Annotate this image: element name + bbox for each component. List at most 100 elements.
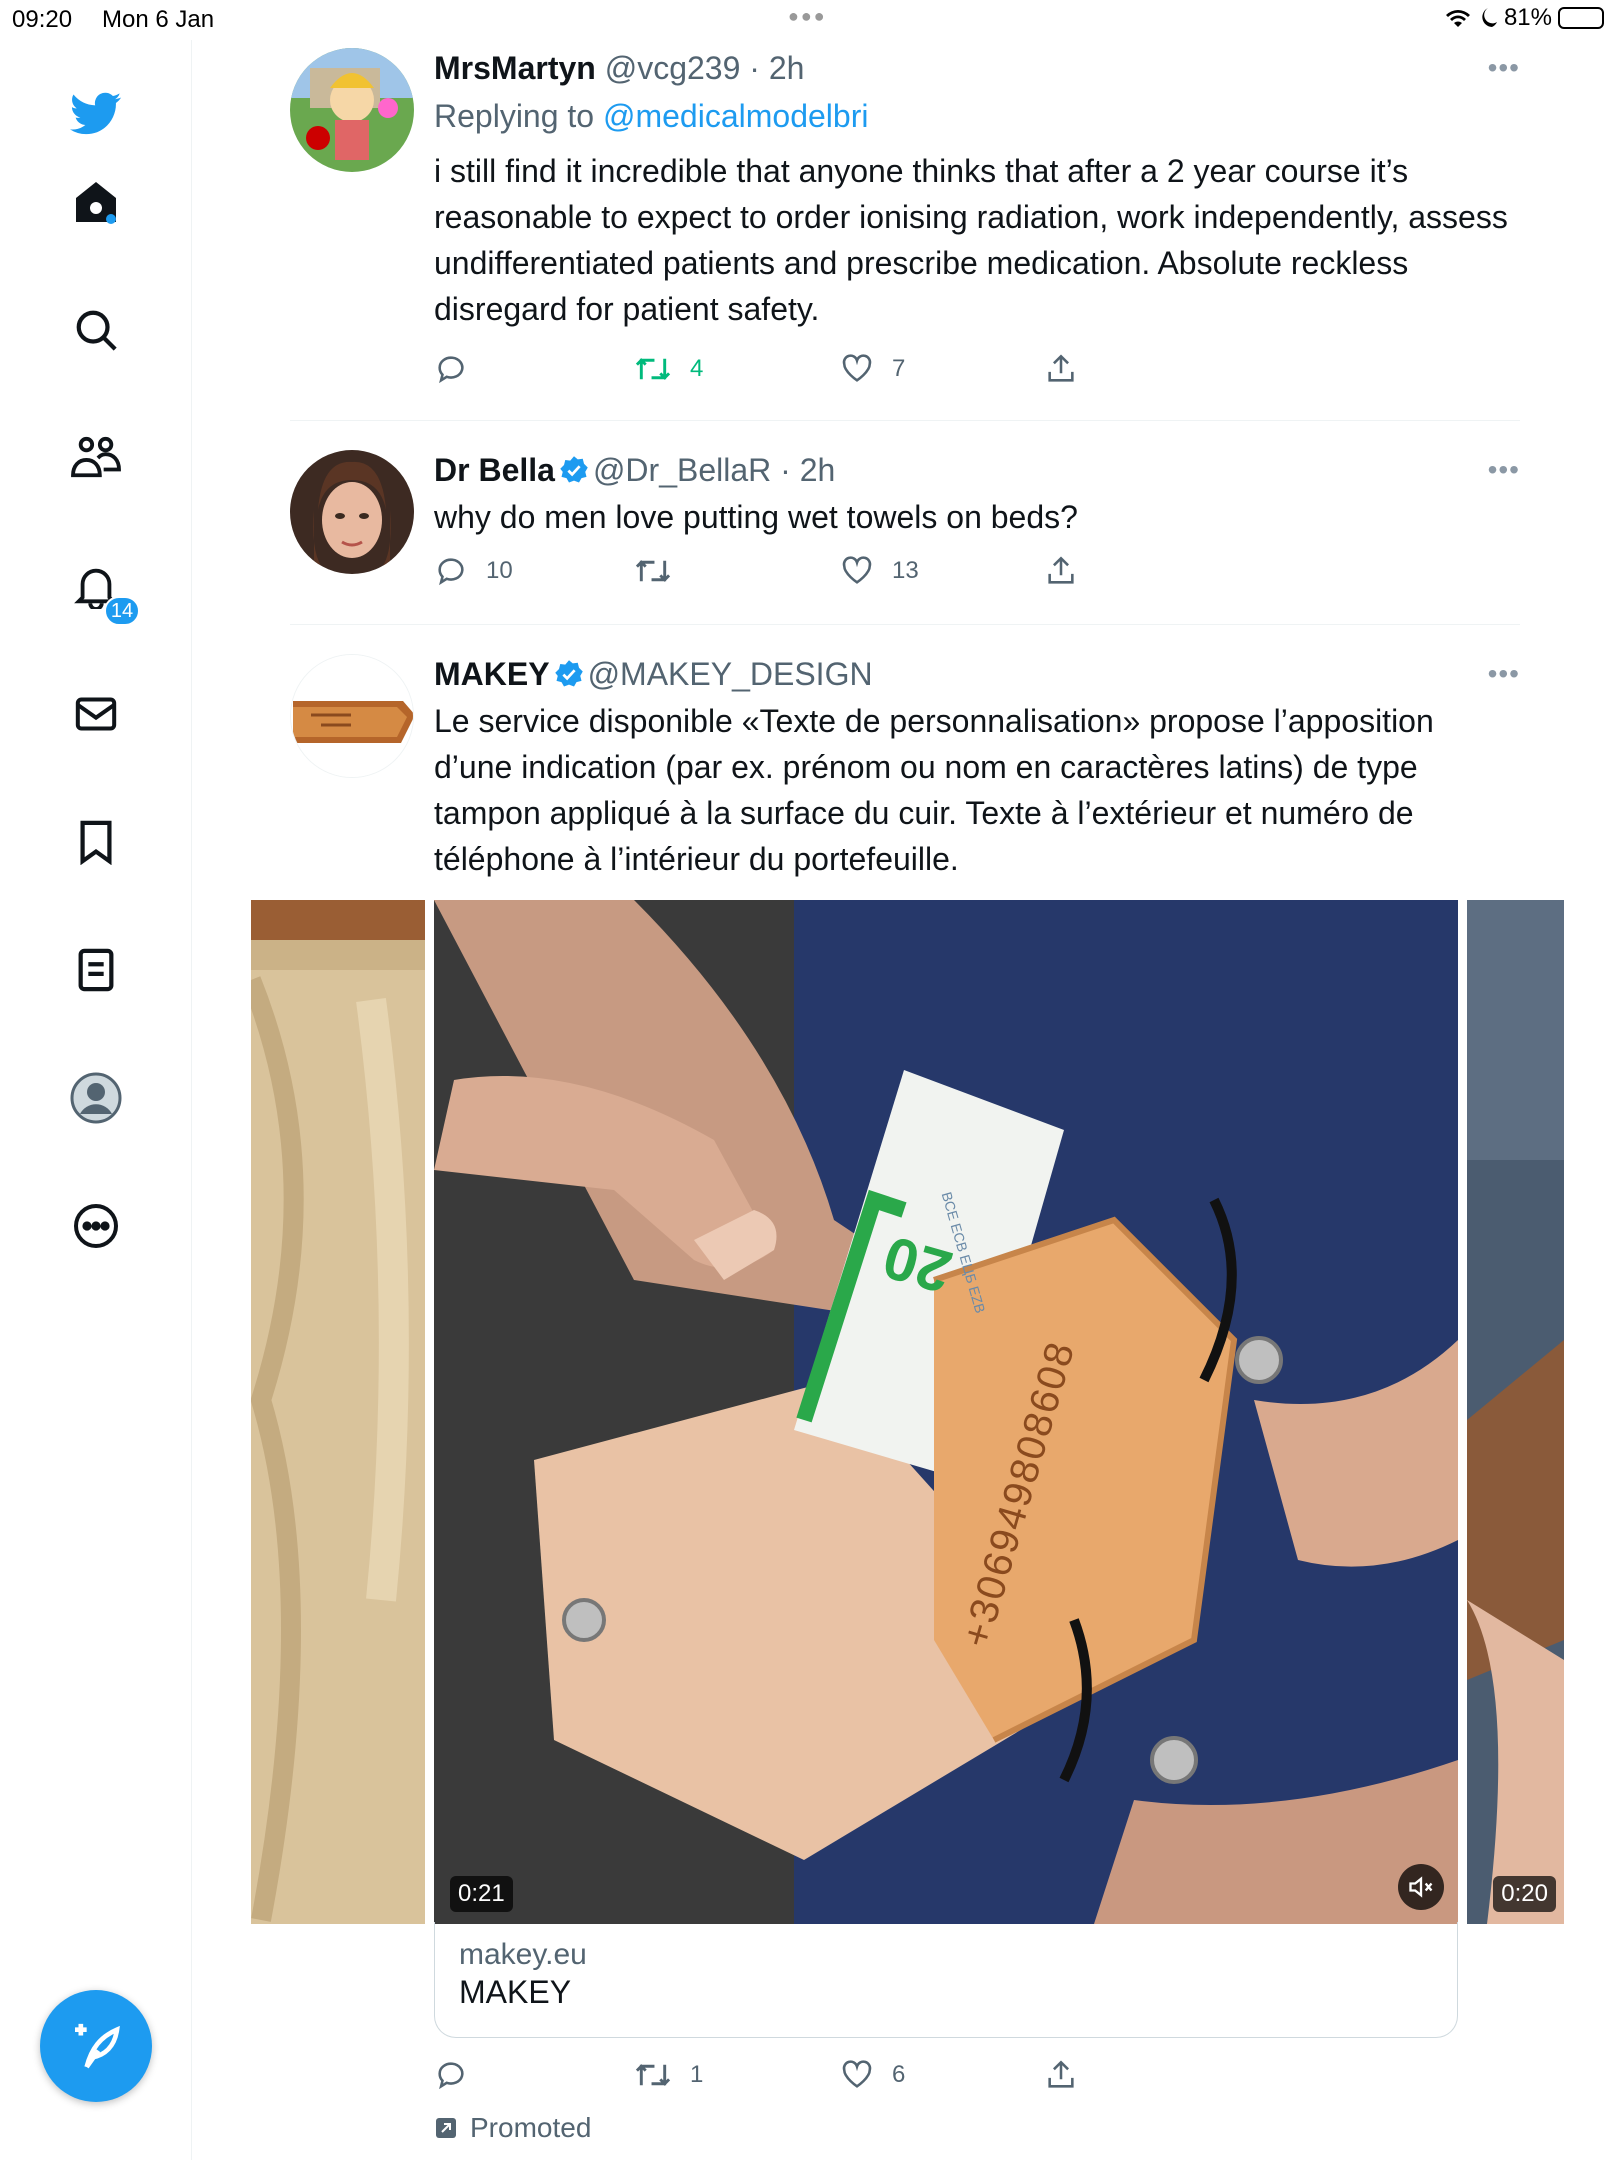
author-name[interactable]: MrsMartyn <box>434 50 596 86</box>
heart-icon <box>842 2060 872 2088</box>
multitasking-dots[interactable]: ●●● <box>788 6 827 27</box>
sidebar-item-communities[interactable] <box>70 432 122 484</box>
verified-badge-icon <box>554 660 583 687</box>
retweet-icon <box>635 358 671 380</box>
retweet-icon <box>635 2064 671 2086</box>
author-name[interactable]: Dr Bella <box>434 452 555 488</box>
more-icon <box>74 1204 118 1248</box>
share-icon <box>1048 2060 1074 2088</box>
author-handle[interactable]: @vcg239 <box>605 50 741 86</box>
volume-muted-icon <box>1409 1876 1433 1898</box>
battery-icon <box>1558 7 1604 29</box>
link-card-title: MAKEY <box>459 1974 572 2010</box>
sidebar-nav: 14 <box>0 40 192 2160</box>
video-duration-next: 0:20 <box>1493 1876 1556 1912</box>
status-date: Mon 6 Jan <box>102 6 215 33</box>
avatar[interactable] <box>290 450 414 574</box>
author-handle[interactable]: @Dr_BellaR <box>593 452 771 488</box>
status-bar: 09:20 Mon 6 Jan ●●● 81% <box>0 0 1620 40</box>
retweet-button[interactable] <box>634 554 690 588</box>
search-icon <box>76 310 117 351</box>
share-button[interactable] <box>1044 352 1078 386</box>
verified-badge-icon <box>560 456 588 483</box>
wifi-icon <box>1445 10 1470 27</box>
retweet-button[interactable]: 4 <box>634 352 703 386</box>
media-prev-slide[interactable] <box>251 900 425 1924</box>
tweet-text: i still find it incredible that anyone t… <box>434 153 1508 327</box>
reply-button[interactable] <box>434 2058 486 2092</box>
sidebar-item-profile[interactable] <box>70 1072 122 1124</box>
reply-button[interactable] <box>434 352 486 386</box>
reply-icon <box>438 2062 464 2090</box>
status-right: 81% <box>1444 4 1604 32</box>
tweet-actions: 1 6 <box>434 2058 1134 2098</box>
share-icon <box>1048 354 1074 382</box>
reply-icon <box>438 558 464 586</box>
video-player[interactable]: +306949808608 20 BCE ECB EЦБ EZB 0:21 <box>434 900 1458 1924</box>
retweet-button[interactable]: 1 <box>634 2058 703 2092</box>
status-time: 09:20 <box>12 6 73 33</box>
retweet-count: 4 <box>690 355 704 382</box>
retweet-icon <box>635 560 671 582</box>
sidebar-item-search[interactable] <box>70 304 122 356</box>
home-new-indicator <box>106 214 116 224</box>
promoted-label: Promoted <box>434 2112 591 2144</box>
compose-tweet-button[interactable] <box>40 1990 152 2102</box>
tweet[interactable]: MAKEY @MAKEY_DESIGN ••• Le service dispon… <box>290 654 1520 884</box>
link-card[interactable]: makey.eu MAKEY <box>434 1922 1458 2038</box>
author-handle[interactable]: @MAKEY_DESIGN <box>588 656 873 692</box>
sidebar-item-lists[interactable] <box>70 944 122 996</box>
tweet[interactable]: MrsMartyn @vcg239 · 2h ••• Replying to @… <box>290 48 1520 384</box>
profile-icon <box>70 1072 122 1124</box>
battery-percent: 81% <box>1503 4 1552 31</box>
mute-button[interactable] <box>1398 1864 1444 1910</box>
replying-to-link[interactable]: @medicalmodelbri <box>603 98 868 134</box>
bookmarks-icon <box>80 820 112 865</box>
author-name[interactable]: MAKEY <box>434 656 550 692</box>
like-button[interactable]: 6 <box>840 2058 905 2092</box>
tweet-time: · 2h <box>749 50 805 86</box>
like-count: 7 <box>892 355 906 382</box>
heart-icon <box>842 556 872 584</box>
heart-icon <box>842 354 872 382</box>
tweet-text: why do men love putting wet towels on be… <box>434 499 1078 535</box>
media-next-slide[interactable]: 0:20 <box>1467 900 1564 1924</box>
share-button[interactable] <box>1044 554 1078 588</box>
link-card-domain: makey.eu <box>459 1938 587 1971</box>
reply-button[interactable]: 10 <box>434 554 513 588</box>
tweet-more-button[interactable]: ••• <box>1488 658 1520 690</box>
divider <box>290 420 1520 421</box>
promoted-icon <box>436 2118 456 2138</box>
like-button[interactable]: 13 <box>840 554 919 588</box>
avatar[interactable] <box>290 48 414 172</box>
sidebar-item-messages[interactable] <box>70 688 122 740</box>
divider <box>290 624 1520 625</box>
reply-count: 10 <box>486 557 513 584</box>
communities-icon <box>71 436 121 478</box>
reply-icon <box>438 356 464 384</box>
tweet-actions: 4 7 <box>434 352 1134 392</box>
lists-icon <box>78 948 114 992</box>
tweet-more-button[interactable]: ••• <box>1488 52 1520 84</box>
avatar[interactable] <box>290 654 414 778</box>
compose-tweet-icon <box>75 2023 120 2069</box>
tweet-time: · 2h <box>780 452 836 488</box>
share-button[interactable] <box>1044 2058 1078 2092</box>
promoted-text: Promoted <box>470 2112 592 2143</box>
tweet-text: Le service disponible «Texte de personna… <box>434 703 1434 877</box>
messages-icon <box>75 697 117 731</box>
tweet-more-button[interactable]: ••• <box>1488 454 1520 486</box>
like-button[interactable]: 7 <box>840 352 905 386</box>
sidebar-item-bookmarks[interactable] <box>70 816 122 868</box>
like-count: 6 <box>892 2061 906 2088</box>
notifications-badge: 14 <box>104 596 140 626</box>
replying-prefix: Replying to <box>434 98 595 134</box>
tweet-actions: 10 13 <box>434 554 1134 594</box>
tweet[interactable]: Dr Bella @Dr_BellaR · 2h ••• why do men l… <box>290 450 1520 610</box>
twitter-logo-icon[interactable] <box>70 88 122 140</box>
sidebar-item-more[interactable] <box>70 1200 122 1252</box>
moon-icon <box>1482 8 1497 27</box>
replying-to: Replying to @medicalmodelbri <box>434 96 1520 136</box>
like-count: 13 <box>892 557 919 584</box>
share-icon <box>1048 556 1074 584</box>
